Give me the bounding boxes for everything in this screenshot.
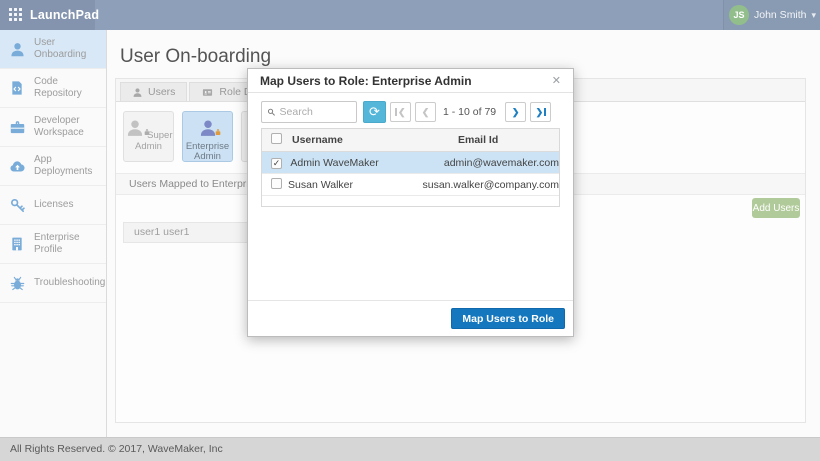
users-table: ✓ Username Email Id ✓ Admin WaveMaker ad… [261, 128, 560, 207]
modal-toolbar: ⟳ ❮ ❮ 1 - 10 of 79 ❯ ❯ [248, 93, 573, 128]
sidebar-item-licenses[interactable]: Licenses [0, 186, 106, 225]
next-page-button[interactable]: ❯ [505, 102, 526, 122]
sidebar-item-code-repository[interactable]: CodeRepository [0, 69, 106, 108]
app-title: LaunchPad [30, 8, 99, 22]
table-row[interactable]: ✓ Susan Walker susan.walker@company.com [262, 174, 559, 196]
search-input[interactable] [280, 106, 351, 118]
prev-page-button[interactable]: ❮ [415, 102, 436, 122]
row-checkbox[interactable]: ✓ [271, 178, 282, 189]
column-header-email: Email Id [458, 134, 559, 146]
column-header-username: Username [292, 134, 458, 146]
add-users-button[interactable]: Add Users [752, 198, 800, 218]
briefcase-icon [8, 118, 26, 136]
sidebar-label: Enterprise [34, 232, 80, 245]
logo-area: LaunchPad [0, 0, 95, 30]
last-page-button[interactable]: ❯ [530, 102, 551, 122]
search-icon [267, 107, 276, 117]
table-row[interactable]: ✓ Admin WaveMaker admin@wavemaker.com [262, 152, 559, 174]
cloud-upload-icon [8, 157, 26, 175]
sidebar-label: Developer [34, 115, 84, 128]
table-filler-row [262, 196, 559, 206]
id-card-icon [201, 87, 214, 98]
building-icon [8, 235, 26, 253]
sidebar-label: Troubleshooting [34, 277, 105, 290]
sidebar-label: Code [34, 76, 82, 89]
cell-email: susan.walker@company.com [422, 179, 559, 191]
select-all-checkbox[interactable]: ✓ [271, 133, 282, 144]
row-checkbox[interactable]: ✓ [271, 158, 282, 169]
role-card-enterprise-admin[interactable]: Enterprise Admin [182, 111, 233, 162]
refresh-button[interactable]: ⟳ [363, 101, 386, 123]
sidebar: UserOnboarding CodeRepository DeveloperW… [0, 30, 107, 437]
map-users-modal: Map Users to Role: Enterprise Admin ✕ ⟳ … [247, 68, 574, 337]
avatar: JS [729, 5, 749, 25]
app-header: LaunchPad JS John Smith ▾ [0, 0, 820, 30]
bug-icon [8, 274, 26, 292]
first-page-button[interactable]: ❮ [390, 102, 411, 122]
page-title: User On-boarding [120, 46, 271, 68]
cell-email: admin@wavemaker.com [444, 157, 559, 169]
sidebar-item-enterprise-profile[interactable]: EnterpriseProfile [0, 225, 106, 264]
cell-username: Admin WaveMaker [290, 157, 443, 169]
sidebar-label: User [34, 37, 86, 50]
sidebar-item-app-deployments[interactable]: AppDeployments [0, 147, 106, 186]
sidebar-item-user-onboarding[interactable]: UserOnboarding [0, 30, 106, 69]
table-header-row: ✓ Username Email Id [262, 129, 559, 152]
copyright-footer: All Rights Reserved. © 2017, WaveMaker, … [0, 437, 820, 461]
key-icon [8, 196, 26, 214]
user-name: John Smith [754, 9, 807, 21]
sidebar-item-troubleshooting[interactable]: Troubleshooting [0, 264, 106, 303]
user-icon [8, 40, 26, 58]
apps-grid-icon[interactable] [9, 8, 22, 22]
close-icon[interactable]: ✕ [552, 74, 561, 87]
tab-users[interactable]: Users [120, 82, 187, 101]
modal-header: Map Users to Role: Enterprise Admin ✕ [248, 69, 573, 93]
chevron-down-icon: ▾ [812, 10, 820, 21]
lock-icon [143, 128, 151, 136]
pagination-range: 1 - 10 of 79 [443, 106, 496, 118]
user-icon [132, 87, 143, 98]
sidebar-label: App [34, 154, 92, 167]
user-menu[interactable]: JS John Smith ▾ [723, 0, 820, 30]
role-card-label: Enterprise [186, 141, 229, 152]
search-box [261, 101, 357, 123]
tab-label: Users [148, 86, 175, 98]
role-card-super-admin[interactable]: Super Admin [123, 111, 174, 162]
modal-footer: Map Users to Role [248, 300, 573, 336]
locked-user-icon [198, 130, 218, 141]
modal-title: Map Users to Role: Enterprise Admin [260, 74, 472, 88]
map-users-to-role-button[interactable]: Map Users to Role [451, 308, 565, 329]
cell-username: Susan Walker [288, 179, 422, 191]
lock-icon [214, 128, 222, 136]
sidebar-item-developer-workspace[interactable]: DeveloperWorkspace [0, 108, 106, 147]
code-repository-icon [8, 79, 26, 97]
locked-user-icon [125, 130, 148, 141]
sidebar-label: Licenses [34, 199, 73, 212]
